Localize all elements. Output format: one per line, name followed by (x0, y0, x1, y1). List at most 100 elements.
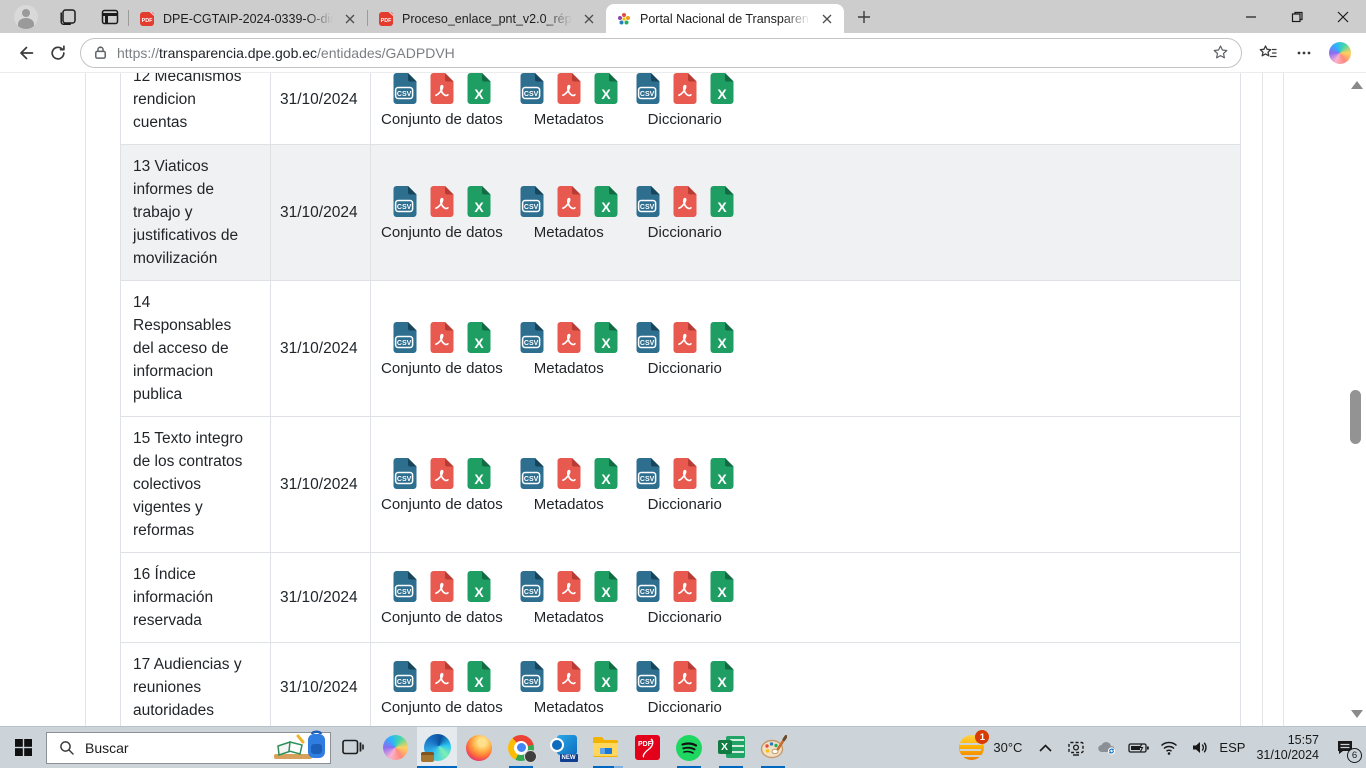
excel-file-icon[interactable]: X (593, 185, 619, 218)
page-scrollbar[interactable] (1348, 73, 1364, 726)
scroll-down-icon[interactable] (1351, 710, 1363, 718)
pdf-file-icon[interactable] (556, 457, 582, 490)
workspaces-icon[interactable] (56, 5, 80, 29)
pdf-file-icon[interactable] (672, 457, 698, 490)
tab-portal-transparencia[interactable]: Portal Nacional de Transparencia (606, 4, 844, 33)
taskbar-file-explorer-icon[interactable] (585, 727, 625, 768)
taskbar-edge-icon[interactable] (417, 727, 457, 768)
notification-center-icon[interactable]: 6 (1330, 727, 1360, 768)
volume-icon[interactable] (1188, 727, 1212, 768)
search-highlight-doodle[interactable] (272, 728, 328, 762)
excel-file-icon[interactable]: X (593, 570, 619, 603)
copilot-icon[interactable] (1324, 37, 1356, 69)
excel-file-icon[interactable]: X (466, 73, 492, 105)
csv-file-icon[interactable]: CSV (519, 73, 545, 105)
pdf-file-icon[interactable] (429, 570, 455, 603)
csv-file-icon[interactable]: CSV (635, 73, 661, 105)
back-icon[interactable] (10, 37, 42, 69)
favorite-star-icon[interactable] (1212, 44, 1229, 61)
pdf-file-icon[interactable] (672, 321, 698, 354)
tab-pdf-2[interactable]: PDF Proceso_enlace_pnt_v2.0_réplica_s (368, 4, 606, 33)
taskbar-copilot-icon[interactable] (375, 727, 415, 768)
csv-file-icon[interactable]: CSV (635, 570, 661, 603)
csv-file-icon[interactable]: CSV (392, 73, 418, 105)
excel-file-icon[interactable]: X (593, 457, 619, 490)
pdf-file-icon[interactable] (429, 321, 455, 354)
excel-file-icon[interactable]: X (593, 73, 619, 105)
site-lock-icon[interactable] (93, 45, 108, 60)
tab-close-icon[interactable] (341, 10, 359, 28)
hidden-icons-chevron[interactable] (1033, 727, 1057, 768)
new-tab-button[interactable] (850, 3, 878, 31)
excel-file-icon[interactable]: X (709, 660, 735, 693)
excel-file-icon[interactable]: X (709, 73, 735, 105)
excel-file-icon[interactable]: X (593, 660, 619, 693)
close-button[interactable] (1320, 0, 1366, 33)
excel-file-icon[interactable]: X (466, 185, 492, 218)
address-bar[interactable]: https://transparencia.dpe.gob.ec/entidad… (80, 38, 1242, 68)
pdf-file-icon[interactable] (556, 660, 582, 693)
csv-file-icon[interactable]: CSV (635, 321, 661, 354)
taskbar-outlook-icon[interactable]: NEW (543, 727, 583, 768)
taskbar-spotify-icon[interactable] (669, 727, 709, 768)
excel-file-icon[interactable]: X (709, 570, 735, 603)
pdf-file-icon[interactable] (429, 185, 455, 218)
csv-file-icon[interactable]: CSV (392, 660, 418, 693)
excel-file-icon[interactable]: X (466, 660, 492, 693)
csv-file-icon[interactable]: CSV (519, 321, 545, 354)
excel-file-icon[interactable]: X (466, 321, 492, 354)
scrollbar-thumb[interactable] (1350, 390, 1361, 444)
excel-file-icon[interactable]: X (709, 185, 735, 218)
excel-file-icon[interactable]: X (709, 321, 735, 354)
taskbar-paint-icon[interactable] (753, 727, 793, 768)
profile-avatar-icon[interactable] (14, 5, 38, 29)
scroll-up-icon[interactable] (1351, 81, 1363, 89)
pdf-file-icon[interactable] (556, 73, 582, 105)
pdf-file-icon[interactable] (556, 570, 582, 603)
language-indicator[interactable]: ESP (1219, 740, 1245, 755)
csv-file-icon[interactable]: CSV (519, 570, 545, 603)
tab-actions-icon[interactable] (98, 5, 122, 29)
refresh-icon[interactable] (42, 37, 74, 69)
tab-close-icon[interactable] (818, 10, 836, 28)
wifi-icon[interactable] (1157, 727, 1181, 768)
csv-file-icon[interactable]: CSV (392, 457, 418, 490)
favorites-hub-icon[interactable] (1252, 37, 1284, 69)
onedrive-cloud-icon[interactable] (1095, 727, 1119, 768)
restore-button[interactable] (1274, 0, 1320, 33)
csv-file-icon[interactable]: CSV (519, 185, 545, 218)
pdf-file-icon[interactable] (672, 73, 698, 105)
excel-file-icon[interactable]: X (466, 570, 492, 603)
pdf-file-icon[interactable] (429, 660, 455, 693)
excel-file-icon[interactable]: X (593, 321, 619, 354)
start-button[interactable] (0, 727, 46, 768)
settings-ellipsis-icon[interactable] (1288, 37, 1320, 69)
pdf-file-icon[interactable] (429, 457, 455, 490)
pdf-file-icon[interactable] (556, 321, 582, 354)
csv-file-icon[interactable]: CSV (392, 570, 418, 603)
pdf-file-icon[interactable] (672, 660, 698, 693)
csv-file-icon[interactable]: CSV (392, 321, 418, 354)
minimize-button[interactable] (1228, 0, 1274, 33)
clock[interactable]: 15:57 31/10/2024 (1252, 733, 1323, 763)
pdf-file-icon[interactable] (429, 73, 455, 105)
pdf-file-icon[interactable] (556, 185, 582, 218)
csv-file-icon[interactable]: CSV (519, 457, 545, 490)
csv-file-icon[interactable]: CSV (519, 660, 545, 693)
excel-file-icon[interactable]: X (709, 457, 735, 490)
weather-widget[interactable]: 1 30°C (958, 734, 1026, 761)
taskbar-excel-icon[interactable]: X (711, 727, 751, 768)
pdf-file-icon[interactable] (672, 185, 698, 218)
battery-icon[interactable] (1126, 727, 1150, 768)
excel-file-icon[interactable]: X (466, 457, 492, 490)
taskbar-pdf24-icon[interactable]: PDF (627, 727, 667, 768)
taskbar-chrome-icon[interactable] (501, 727, 541, 768)
csv-file-icon[interactable]: CSV (392, 185, 418, 218)
taskbar-search-input[interactable]: Buscar (46, 732, 331, 764)
tab-pdf-1[interactable]: PDF DPE-CGTAIP-2024-0339-O-directri (129, 4, 367, 33)
tab-close-icon[interactable] (580, 10, 598, 28)
pdf-file-icon[interactable] (672, 570, 698, 603)
csv-file-icon[interactable]: CSV (635, 457, 661, 490)
csv-file-icon[interactable]: CSV (635, 660, 661, 693)
taskbar-firefox-icon[interactable] (459, 727, 499, 768)
